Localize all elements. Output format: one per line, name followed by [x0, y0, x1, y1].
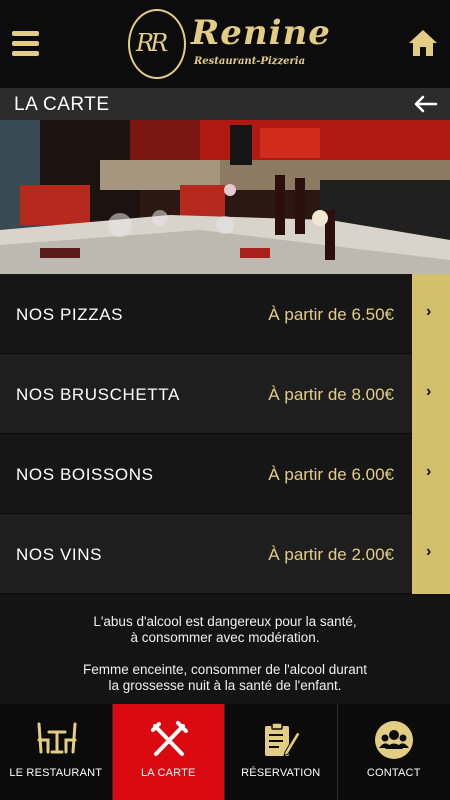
tab-la-carte[interactable]: LA CARTE — [112, 704, 225, 800]
menu-item-pizzas[interactable]: NOS PIZZAS À partir de 6.50€ › — [0, 274, 450, 354]
warning-line: la grossesse nuit à la santé de l'enfant… — [108, 678, 342, 693]
menu-item-boissons[interactable]: NOS BOISSONS À partir de 6.00€ › — [0, 434, 450, 514]
restaurant-interior-photo — [0, 120, 450, 274]
warning-line: à consommer avec modération. — [130, 630, 320, 645]
tab-contact[interactable]: CONTACT — [338, 704, 450, 800]
menu-item-price: À partir de 2.00€ — [268, 545, 394, 564]
tab-label: LE RESTAURANT — [9, 767, 103, 779]
warning-line: Femme enceinte, consommer de l'alcool du… — [83, 662, 367, 677]
restaurant-logo: RR Renine Restaurant-Pizzeria — [128, 9, 331, 81]
bottom-tab-bar: LE RESTAURANT LA CARTE RÉSERVATION CONTA… — [0, 704, 450, 800]
people-icon — [374, 721, 413, 759]
alcohol-warning: L'abus d'alcool est dangereux pour la sa… — [0, 596, 450, 704]
logo-monogram-badge: RR — [128, 9, 186, 79]
menu-item-label: NOS BOISSONS — [16, 465, 154, 484]
fork-knife-icon — [150, 721, 188, 756]
tab-label: LA CARTE — [140, 767, 196, 779]
menu-item-vins[interactable]: NOS VINS À partir de 2.00€ › — [0, 514, 450, 594]
page-title: LA CARTE — [14, 94, 110, 115]
menu-item-price: À partir de 6.50€ — [268, 305, 394, 324]
page-title-bar: LA CARTE — [0, 88, 450, 120]
chevron-right-icon[interactable]: › — [412, 434, 450, 514]
warning-line: L'abus d'alcool est dangereux pour la sa… — [93, 614, 357, 629]
logo-monogram: RR — [136, 29, 168, 57]
chevron-right-icon[interactable]: › — [412, 274, 450, 354]
tab-label: CONTACT — [366, 767, 421, 779]
logo-subtitle: Restaurant-Pizzeria — [194, 56, 306, 67]
menu-item-label: NOS VINS — [16, 545, 103, 564]
menu-item-price: À partir de 6.00€ — [268, 465, 394, 484]
menu-item-bruschetta[interactable]: NOS BRUSCHETTA À partir de 8.00€ › — [0, 354, 450, 434]
clipboard-pen-icon — [265, 722, 301, 757]
menu-category-list: NOS PIZZAS À partir de 6.50€ › NOS BRUSC… — [0, 274, 450, 594]
app-header: RR Renine Restaurant-Pizzeria — [0, 0, 450, 88]
home-icon[interactable] — [408, 28, 438, 58]
logo-name: Renine — [191, 13, 331, 53]
table-chairs-icon — [37, 722, 77, 754]
menu-item-price: À partir de 8.00€ — [268, 385, 394, 404]
chevron-right-icon[interactable]: › — [412, 514, 450, 594]
tab-le-restaurant[interactable]: LE RESTAURANT — [0, 704, 113, 800]
menu-icon[interactable] — [12, 31, 39, 57]
menu-item-label: NOS BRUSCHETTA — [16, 385, 180, 404]
back-arrow-icon[interactable] — [414, 95, 438, 113]
tab-label: RÉSERVATION — [241, 767, 321, 779]
menu-item-label: NOS PIZZAS — [16, 305, 124, 324]
tab-reservation[interactable]: RÉSERVATION — [225, 704, 338, 800]
chevron-right-icon[interactable]: › — [412, 354, 450, 434]
